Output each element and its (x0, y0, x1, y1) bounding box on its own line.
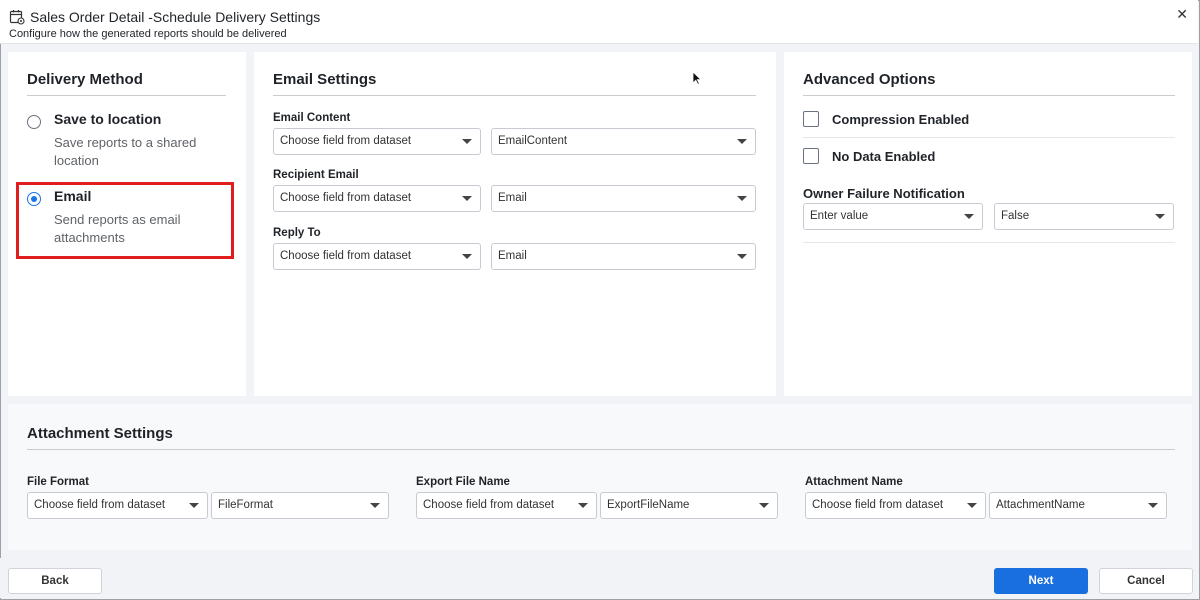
save-to-location-desc: Save reports to a shared location (54, 135, 197, 168)
attachment-settings-panel (8, 404, 1192, 550)
email-settings-panel (254, 52, 776, 396)
compression-checkbox[interactable] (803, 111, 819, 127)
chevron-down-icon (737, 139, 747, 144)
chevron-down-icon (967, 503, 977, 508)
highlight-annotation (16, 182, 234, 259)
save-to-location-label[interactable]: Save to location (54, 111, 161, 127)
divider (27, 449, 1175, 450)
file-format-value-select[interactable]: FileFormat (211, 492, 389, 519)
no-data-label[interactable]: No Data Enabled (832, 149, 935, 164)
chevron-down-icon (462, 254, 472, 259)
divider (803, 95, 1175, 96)
reply-to-value-select[interactable]: Email (491, 243, 756, 270)
chevron-down-icon (737, 196, 747, 201)
divider (273, 95, 756, 96)
divider (803, 242, 1175, 243)
attachment-name-label: Attachment Name (805, 476, 903, 488)
recipient-email-value-select[interactable]: Email (491, 185, 756, 212)
email-content-label: Email Content (273, 112, 351, 124)
chevron-down-icon (1148, 503, 1158, 508)
reply-to-source-select[interactable]: Choose field from dataset (273, 243, 481, 270)
export-file-name-source-select[interactable]: Choose field from dataset (416, 492, 597, 519)
mouse-cursor-icon (692, 71, 702, 85)
attachment-name-source-select[interactable]: Choose field from dataset (805, 492, 986, 519)
divider (803, 137, 1175, 138)
email-settings-title: Email Settings (273, 71, 377, 88)
next-button[interactable]: Next (994, 568, 1088, 594)
owner-failure-input[interactable]: Enter value (803, 203, 983, 230)
chevron-down-icon (462, 139, 472, 144)
chevron-down-icon (759, 503, 769, 508)
recipient-email-label: Recipient Email (273, 169, 359, 181)
back-button[interactable]: Back (8, 568, 102, 594)
calendar-gear-icon (9, 10, 25, 25)
close-icon[interactable]: ✕ (1176, 6, 1188, 23)
chevron-down-icon (737, 254, 747, 259)
file-format-source-select[interactable]: Choose field from dataset (27, 492, 208, 519)
chevron-down-icon (964, 214, 974, 219)
delivery-method-title: Delivery Method (27, 71, 143, 88)
divider (27, 95, 226, 96)
dialog-subtitle: Configure how the generated reports shou… (9, 28, 287, 40)
cancel-button[interactable]: Cancel (1099, 568, 1193, 594)
export-file-name-label: Export File Name (416, 476, 510, 488)
advanced-options-title: Advanced Options (803, 71, 936, 88)
chevron-down-icon (370, 503, 380, 508)
export-file-name-value-select[interactable]: ExportFileName (600, 492, 778, 519)
dialog-title: Sales Order Detail -Schedule Delivery Se… (30, 9, 321, 25)
recipient-email-source-select[interactable]: Choose field from dataset (273, 185, 481, 212)
radio-save-to-location[interactable] (27, 115, 41, 129)
attachment-settings-title: Attachment Settings (27, 425, 173, 442)
file-format-label: File Format (27, 476, 89, 488)
owner-failure-value-select[interactable]: False (994, 203, 1174, 230)
reply-to-label: Reply To (273, 227, 321, 239)
no-data-checkbox[interactable] (803, 148, 819, 164)
chevron-down-icon (189, 503, 199, 508)
compression-label[interactable]: Compression Enabled (832, 112, 969, 127)
owner-failure-label: Owner Failure Notification (803, 186, 965, 201)
attachment-name-value-select[interactable]: AttachmentName (989, 492, 1167, 519)
chevron-down-icon (1155, 214, 1165, 219)
chevron-down-icon (462, 196, 472, 201)
dialog-header: Sales Order Detail -Schedule Delivery Se… (0, 0, 1198, 44)
email-content-value-select[interactable]: EmailContent (491, 128, 756, 155)
email-content-source-select[interactable]: Choose field from dataset (273, 128, 481, 155)
chevron-down-icon (578, 503, 588, 508)
